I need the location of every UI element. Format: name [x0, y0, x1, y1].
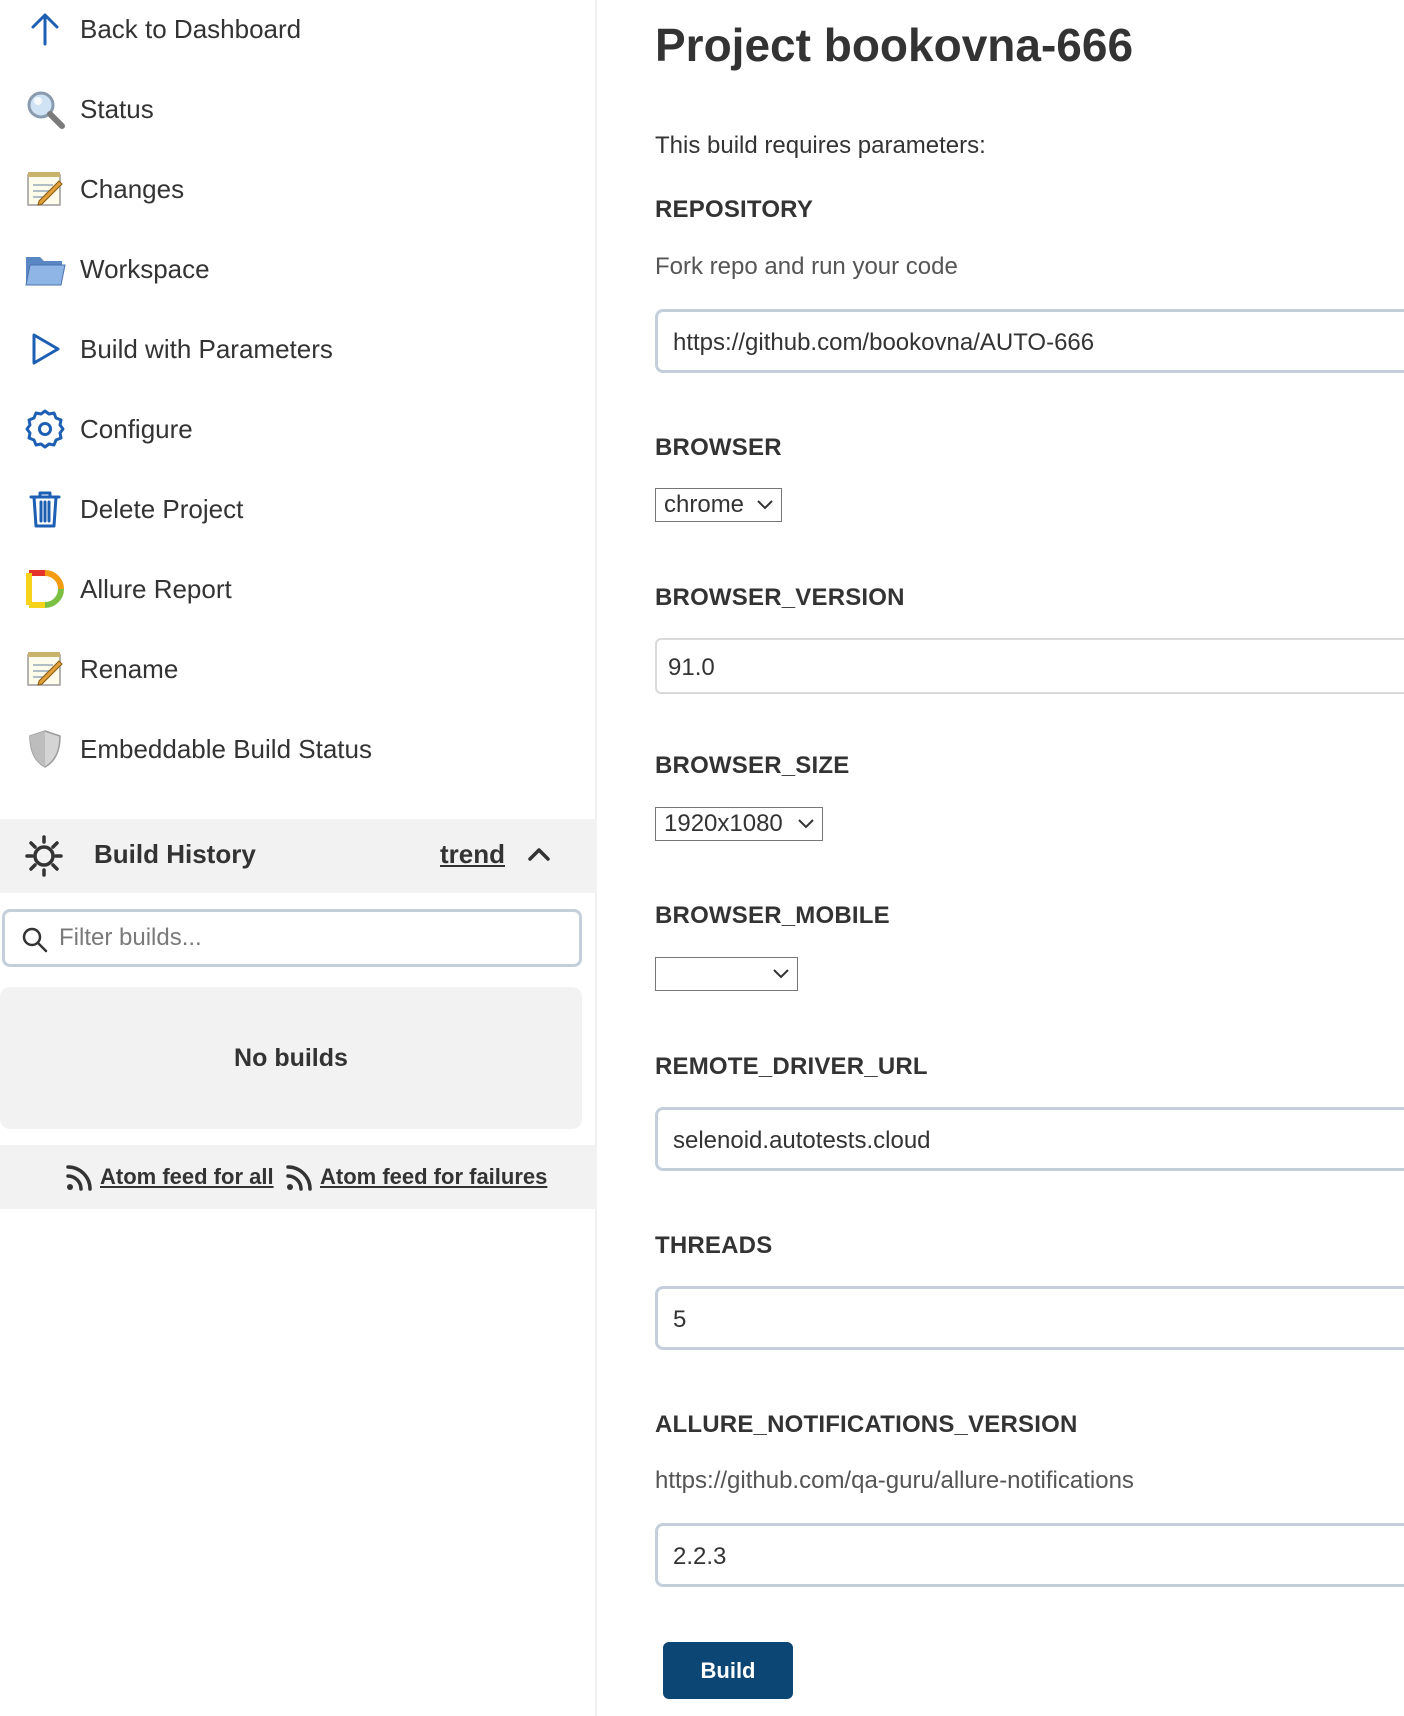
magnifier-icon: [22, 86, 68, 132]
allure-notifications-version-value: 2.2.3: [673, 1543, 727, 1570]
filter-builds-field[interactable]: [2, 909, 582, 967]
play-icon: [22, 326, 68, 372]
atom-feed-all-link[interactable]: Atom feed for all: [64, 1161, 274, 1193]
trend-link[interactable]: trend: [440, 839, 505, 870]
remote-driver-url-value: selenoid.autotests.cloud: [673, 1127, 931, 1154]
parameters-intro: This build requires parameters:: [655, 132, 986, 159]
sidebar-item-label: Workspace: [80, 253, 210, 284]
allure-logo-icon: [22, 566, 68, 612]
filter-builds-input[interactable]: [59, 920, 559, 956]
atom-feed-failures-label: Atom feed for failures: [320, 1164, 548, 1189]
page-title: Project bookovna-666: [655, 19, 1134, 71]
search-icon: [21, 926, 49, 954]
param-name-repository: REPOSITORY: [655, 196, 814, 223]
sidebar-item-build-with-parameters[interactable]: Build with Parameters: [22, 324, 582, 374]
browser-select[interactable]: chrome: [655, 488, 782, 522]
param-name-browser-size: BROWSER_SIZE: [655, 752, 850, 779]
param-name-remote-driver-url: REMOTE_DRIVER_URL: [655, 1053, 928, 1080]
allure-notifications-version-input[interactable]: 2.2.3: [655, 1523, 1404, 1587]
rss-icon: [286, 1165, 312, 1191]
notepad-icon: [22, 646, 68, 692]
param-name-browser-mobile: BROWSER_MOBILE: [655, 902, 890, 929]
param-name-threads: THREADS: [655, 1232, 773, 1259]
sidebar-item-label: Build with Parameters: [80, 333, 333, 364]
param-name-allure-notifications-version: ALLURE_NOTIFICATIONS_VERSION: [655, 1411, 1078, 1438]
atom-feed-failures-link[interactable]: Atom feed for failures: [284, 1161, 547, 1193]
chevron-down-icon: [757, 500, 773, 510]
sidebar-item-label: Embeddable Build Status: [80, 733, 372, 764]
atom-feeds: Atom feed for all Atom feed for failures: [0, 1145, 597, 1209]
threads-value: 5: [673, 1306, 687, 1333]
arrow-up-icon: [22, 6, 68, 52]
sidebar-item-label: Configure: [80, 413, 193, 444]
browser-version-input[interactable]: 91.0: [655, 638, 1404, 694]
repository-input[interactable]: https://github.com/bookovna/AUTO-666: [655, 309, 1404, 373]
browser-mobile-select[interactable]: [655, 957, 798, 991]
sidebar-item-status[interactable]: Status: [22, 84, 582, 134]
sidebar-item-configure[interactable]: Configure: [22, 404, 582, 454]
browser-size-value: 1920x1080: [664, 810, 783, 837]
sidebar-item-label: Delete Project: [80, 493, 244, 524]
param-name-browser: BROWSER: [655, 434, 782, 461]
sidebar-item-label: Changes: [80, 173, 185, 204]
sidebar-item-delete-project[interactable]: Delete Project: [22, 484, 582, 534]
chevron-down-icon: [798, 819, 814, 829]
sidebar-item-embeddable-build-status[interactable]: Embeddable Build Status: [22, 724, 582, 774]
sidebar-item-workspace[interactable]: Workspace: [22, 244, 582, 294]
browser-version-value: 91.0: [668, 654, 715, 681]
sidebar-item-back-to-dashboard[interactable]: Back to Dashboard: [22, 4, 582, 54]
build-history-icon: [22, 833, 66, 879]
sidebar-item-allure-report[interactable]: Allure Report: [22, 564, 582, 614]
rss-icon: [66, 1165, 92, 1191]
threads-input[interactable]: 5: [655, 1286, 1404, 1350]
browser-value: chrome: [664, 491, 745, 518]
gear-icon: [22, 406, 68, 452]
sidebar-item-rename[interactable]: Rename: [22, 644, 582, 694]
sidebar: Back to Dashboard Status Changes Workspa…: [0, 0, 597, 1716]
build-history-title: Build History: [94, 839, 256, 869]
sidebar-item-label: Back to Dashboard: [80, 13, 302, 44]
sidebar-item-label: Rename: [80, 653, 179, 684]
no-builds-message: No builds: [0, 987, 582, 1129]
folder-icon: [22, 246, 68, 292]
shield-icon: [22, 726, 68, 772]
repository-value: https://github.com/bookovna/AUTO-666: [673, 329, 1095, 356]
param-description-allure-notifications-version: https://github.com/qa-guru/allure-notifi…: [655, 1467, 1134, 1494]
build-button[interactable]: Build: [663, 1642, 793, 1699]
atom-feed-all-label: Atom feed for all: [100, 1164, 274, 1189]
remote-driver-url-input[interactable]: selenoid.autotests.cloud: [655, 1107, 1404, 1171]
notepad-icon: [22, 166, 68, 212]
param-description-repository: Fork repo and run your code: [655, 253, 958, 280]
build-history-header: Build History trend: [0, 819, 597, 893]
param-name-browser-version: BROWSER_VERSION: [655, 584, 905, 611]
sidebar-item-label: Allure Report: [80, 573, 232, 604]
trash-icon: [22, 486, 68, 532]
sidebar-item-label: Status: [80, 93, 154, 124]
browser-size-select[interactable]: 1920x1080: [655, 807, 823, 841]
chevron-up-icon[interactable]: [524, 839, 554, 869]
sidebar-item-changes[interactable]: Changes: [22, 164, 582, 214]
chevron-down-icon: [773, 969, 789, 979]
